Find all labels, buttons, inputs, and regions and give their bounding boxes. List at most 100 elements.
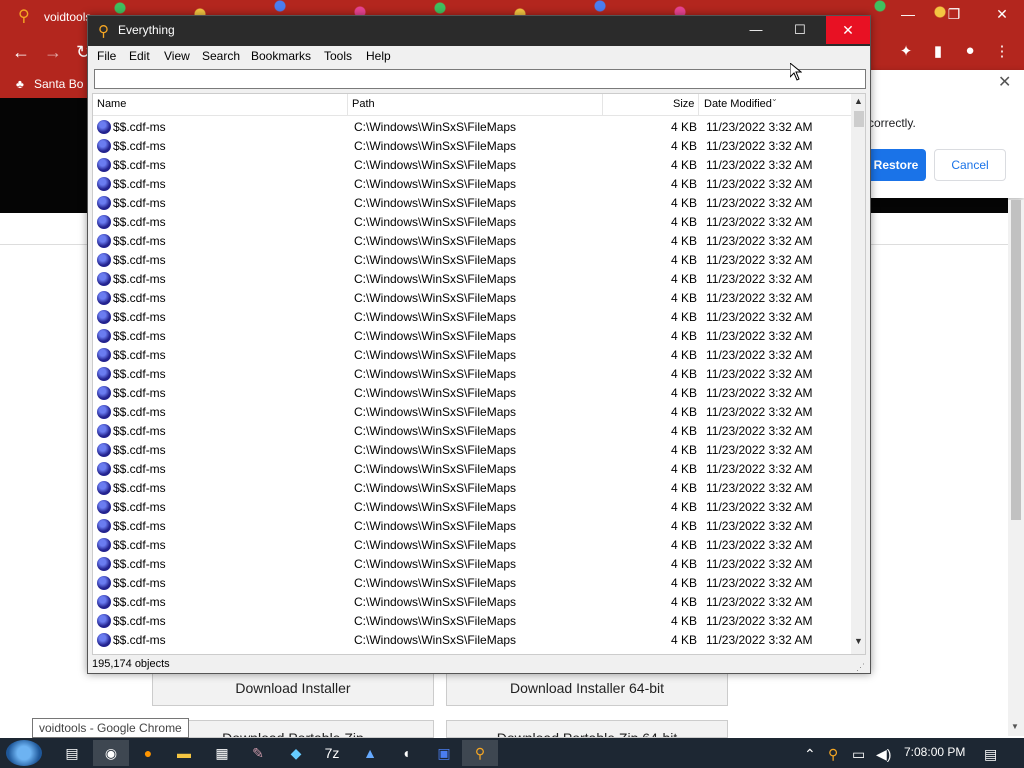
back-arrow-icon[interactable]: ← <box>12 42 30 63</box>
table-row[interactable]: $$.cdf-ms C:\Windows\WinSxS\FileMaps 4 KB 1… <box>93 156 851 175</box>
table-row[interactable]: $$.cdf-ms C:\Windows\WinSxS\FileMaps 4 KB 1… <box>93 289 851 308</box>
start-button[interactable] <box>6 740 42 766</box>
chrome-restore-button[interactable]: ❐ <box>934 6 974 23</box>
scroll-up-arrow-icon[interactable]: ▲ <box>854 96 863 106</box>
table-row[interactable]: $$.cdf-ms C:\Windows\WinSxS\FileMaps 4 KB 1… <box>93 574 851 593</box>
network-icon[interactable]: ▦ <box>204 740 240 766</box>
forward-arrow-icon[interactable]: → <box>44 42 62 63</box>
table-row[interactable]: $$.cdf-ms C:\Windows\WinSxS\FileMaps 4 KB 1… <box>93 498 851 517</box>
menu-bookmarks[interactable]: Bookmarks <box>251 49 311 63</box>
table-row[interactable]: $$.cdf-ms C:\Windows\WinSxS\FileMaps 4 KB 1… <box>93 384 851 403</box>
window-title: Everything <box>118 23 175 37</box>
page-scrollbar-thumb[interactable] <box>1011 200 1021 520</box>
terminal-icon[interactable]: ▣ <box>426 740 462 766</box>
column-separator[interactable] <box>347 94 348 116</box>
table-row[interactable]: $$.cdf-ms C:\Windows\WinSxS\FileMaps 4 KB 1… <box>93 422 851 441</box>
scroll-down-arrow-icon[interactable]: ▼ <box>1011 722 1019 731</box>
table-row[interactable]: $$.cdf-ms C:\Windows\WinSxS\FileMaps 4 KB 1… <box>93 346 851 365</box>
page-scrollbar[interactable] <box>1008 200 1024 736</box>
maximize-button[interactable]: ☐ <box>778 16 822 44</box>
menu-help[interactable]: Help <box>366 49 391 63</box>
table-row[interactable]: $$.cdf-ms C:\Windows\WinSxS\FileMaps 4 KB 1… <box>93 137 851 156</box>
firefox-icon[interactable]: ● <box>130 740 166 766</box>
table-row[interactable]: $$.cdf-ms C:\Windows\WinSxS\FileMaps 4 KB 1… <box>93 213 851 232</box>
download-installer-64-button[interactable]: Download Installer 64-bit <box>446 670 728 706</box>
table-row[interactable]: $$.cdf-ms C:\Windows\WinSxS\FileMaps 4 KB 1… <box>93 479 851 498</box>
notifications-icon[interactable]: ▤ <box>984 746 997 763</box>
download-zip-64-button[interactable]: Download Portable Zip 64-bit <box>446 720 728 738</box>
search-input[interactable] <box>94 69 866 89</box>
table-row[interactable]: $$.cdf-ms C:\Windows\WinSxS\FileMaps 4 KB 1… <box>93 555 851 574</box>
menu-search[interactable]: Search <box>202 49 240 63</box>
table-row[interactable]: $$.cdf-ms C:\Windows\WinSxS\FileMaps 4 KB 1… <box>93 403 851 422</box>
chrome-menu-icon[interactable]: ⋮ <box>992 42 1012 62</box>
column-path[interactable]: Path <box>352 98 375 110</box>
close-button[interactable]: ✕ <box>826 16 870 44</box>
table-row[interactable]: $$.cdf-ms C:\Windows\WinSxS\FileMaps 4 KB 1… <box>93 365 851 384</box>
table-row[interactable]: $$.cdf-ms C:\Windows\WinSxS\FileMaps 4 KB 1… <box>93 232 851 251</box>
results-scrollbar[interactable]: ▲ ▼ <box>851 94 865 654</box>
table-row[interactable]: $$.cdf-ms C:\Windows\WinSxS\FileMaps 4 KB 1… <box>93 460 851 479</box>
bookmark-santa[interactable]: ♣ Santa Bo <box>16 77 83 91</box>
table-row[interactable]: $$.cdf-ms C:\Windows\WinSxS\FileMaps 4 KB 1… <box>93 517 851 536</box>
column-name[interactable]: Name <box>97 98 126 110</box>
tray-search-icon[interactable]: ⚲ <box>828 746 838 763</box>
table-row[interactable]: $$.cdf-ms C:\Windows\WinSxS\FileMaps 4 KB 1… <box>93 270 851 289</box>
chrome-close-button[interactable]: ✕ <box>982 6 1022 23</box>
results-scrollbar-thumb[interactable] <box>854 111 864 127</box>
task-view-icon[interactable]: ▤ <box>54 740 90 766</box>
tools-icon[interactable]: ✎ <box>240 740 276 766</box>
scroll-down-arrow-icon[interactable]: ▼ <box>854 636 863 646</box>
restore-button[interactable]: Restore <box>866 149 926 181</box>
tray-network-icon[interactable]: ▭ <box>852 746 865 763</box>
results-list[interactable]: Name Path Size Date Modified ⌄ $$.cdf-ms… <box>92 93 866 655</box>
column-separator[interactable] <box>698 94 699 116</box>
table-row[interactable]: $$.cdf-ms C:\Windows\WinSxS\FileMaps 4 KB 1… <box>93 194 851 213</box>
table-row[interactable]: $$.cdf-ms C:\Windows\WinSxS\FileMaps 4 KB 1… <box>93 536 851 555</box>
table-row[interactable]: $$.cdf-ms C:\Windows\WinSxS\FileMaps 4 KB 1… <box>93 175 851 194</box>
azure-icon[interactable]: ▲ <box>352 740 388 766</box>
file-icon <box>97 519 111 533</box>
cell-path: C:\Windows\WinSxS\FileMaps <box>354 348 517 362</box>
cell-size: 4 KB <box>670 443 697 457</box>
download-installer-button[interactable]: Download Installer <box>152 670 434 706</box>
extensions-icon[interactable]: ✦ <box>896 42 916 62</box>
chrome-minimize-button[interactable]: — <box>888 6 928 22</box>
table-row[interactable]: $$.cdf-ms C:\Windows\WinSxS\FileMaps 4 KB 1… <box>93 118 851 137</box>
table-row[interactable]: $$.cdf-ms C:\Windows\WinSxS\FileMaps 4 KB 1… <box>93 612 851 631</box>
everything-icon[interactable]: ⚲ <box>462 740 498 766</box>
chrome-tab-title[interactable]: voidtools <box>44 10 91 24</box>
media-icon[interactable]: ◖ <box>388 740 424 766</box>
app-icon[interactable]: ◆ <box>278 740 314 766</box>
cell-name: $$.cdf-ms <box>113 557 166 571</box>
folder-icon[interactable]: ▬ <box>166 740 202 766</box>
download-zip-button[interactable]: Download Portable Zip <box>152 720 434 738</box>
menu-view[interactable]: View <box>164 49 190 63</box>
table-row[interactable]: $$.cdf-ms C:\Windows\WinSxS\FileMaps 4 KB 1… <box>93 631 851 650</box>
side-panel-icon[interactable]: ▮ <box>928 42 948 62</box>
column-size[interactable]: Size <box>673 98 694 110</box>
table-row[interactable]: $$.cdf-ms C:\Windows\WinSxS\FileMaps 4 KB 1… <box>93 308 851 327</box>
cell-name: $$.cdf-ms <box>113 272 166 286</box>
column-date-modified[interactable]: Date Modified <box>704 98 772 110</box>
dialog-close-icon[interactable]: ✕ <box>998 72 1011 92</box>
taskbar-clock[interactable]: 7:08:00 PM <box>904 745 965 759</box>
chrome-icon[interactable]: ◉ <box>93 740 129 766</box>
cancel-button[interactable]: Cancel <box>934 149 1006 181</box>
table-row[interactable]: $$.cdf-ms C:\Windows\WinSxS\FileMaps 4 KB 1… <box>93 251 851 270</box>
menu-file[interactable]: File <box>97 49 116 63</box>
minimize-button[interactable]: — <box>734 16 778 44</box>
tray-chevron-icon[interactable]: ⌃ <box>804 746 816 763</box>
file-icon <box>97 120 111 134</box>
tray-volume-icon[interactable]: ◀) <box>876 746 891 763</box>
table-row[interactable]: $$.cdf-ms C:\Windows\WinSxS\FileMaps 4 KB 1… <box>93 593 851 612</box>
menu-tools[interactable]: Tools <box>324 49 352 63</box>
resize-grip-icon[interactable]: ⋰ <box>856 662 865 673</box>
column-separator[interactable] <box>602 94 603 116</box>
menu-edit[interactable]: Edit <box>129 49 150 63</box>
profile-avatar-icon[interactable]: ● <box>960 42 980 62</box>
7zip-icon[interactable]: 7z <box>314 740 350 766</box>
table-row[interactable]: $$.cdf-ms C:\Windows\WinSxS\FileMaps 4 KB 1… <box>93 441 851 460</box>
table-row[interactable]: $$.cdf-ms C:\Windows\WinSxS\FileMaps 4 KB 1… <box>93 327 851 346</box>
file-icon <box>97 500 111 514</box>
